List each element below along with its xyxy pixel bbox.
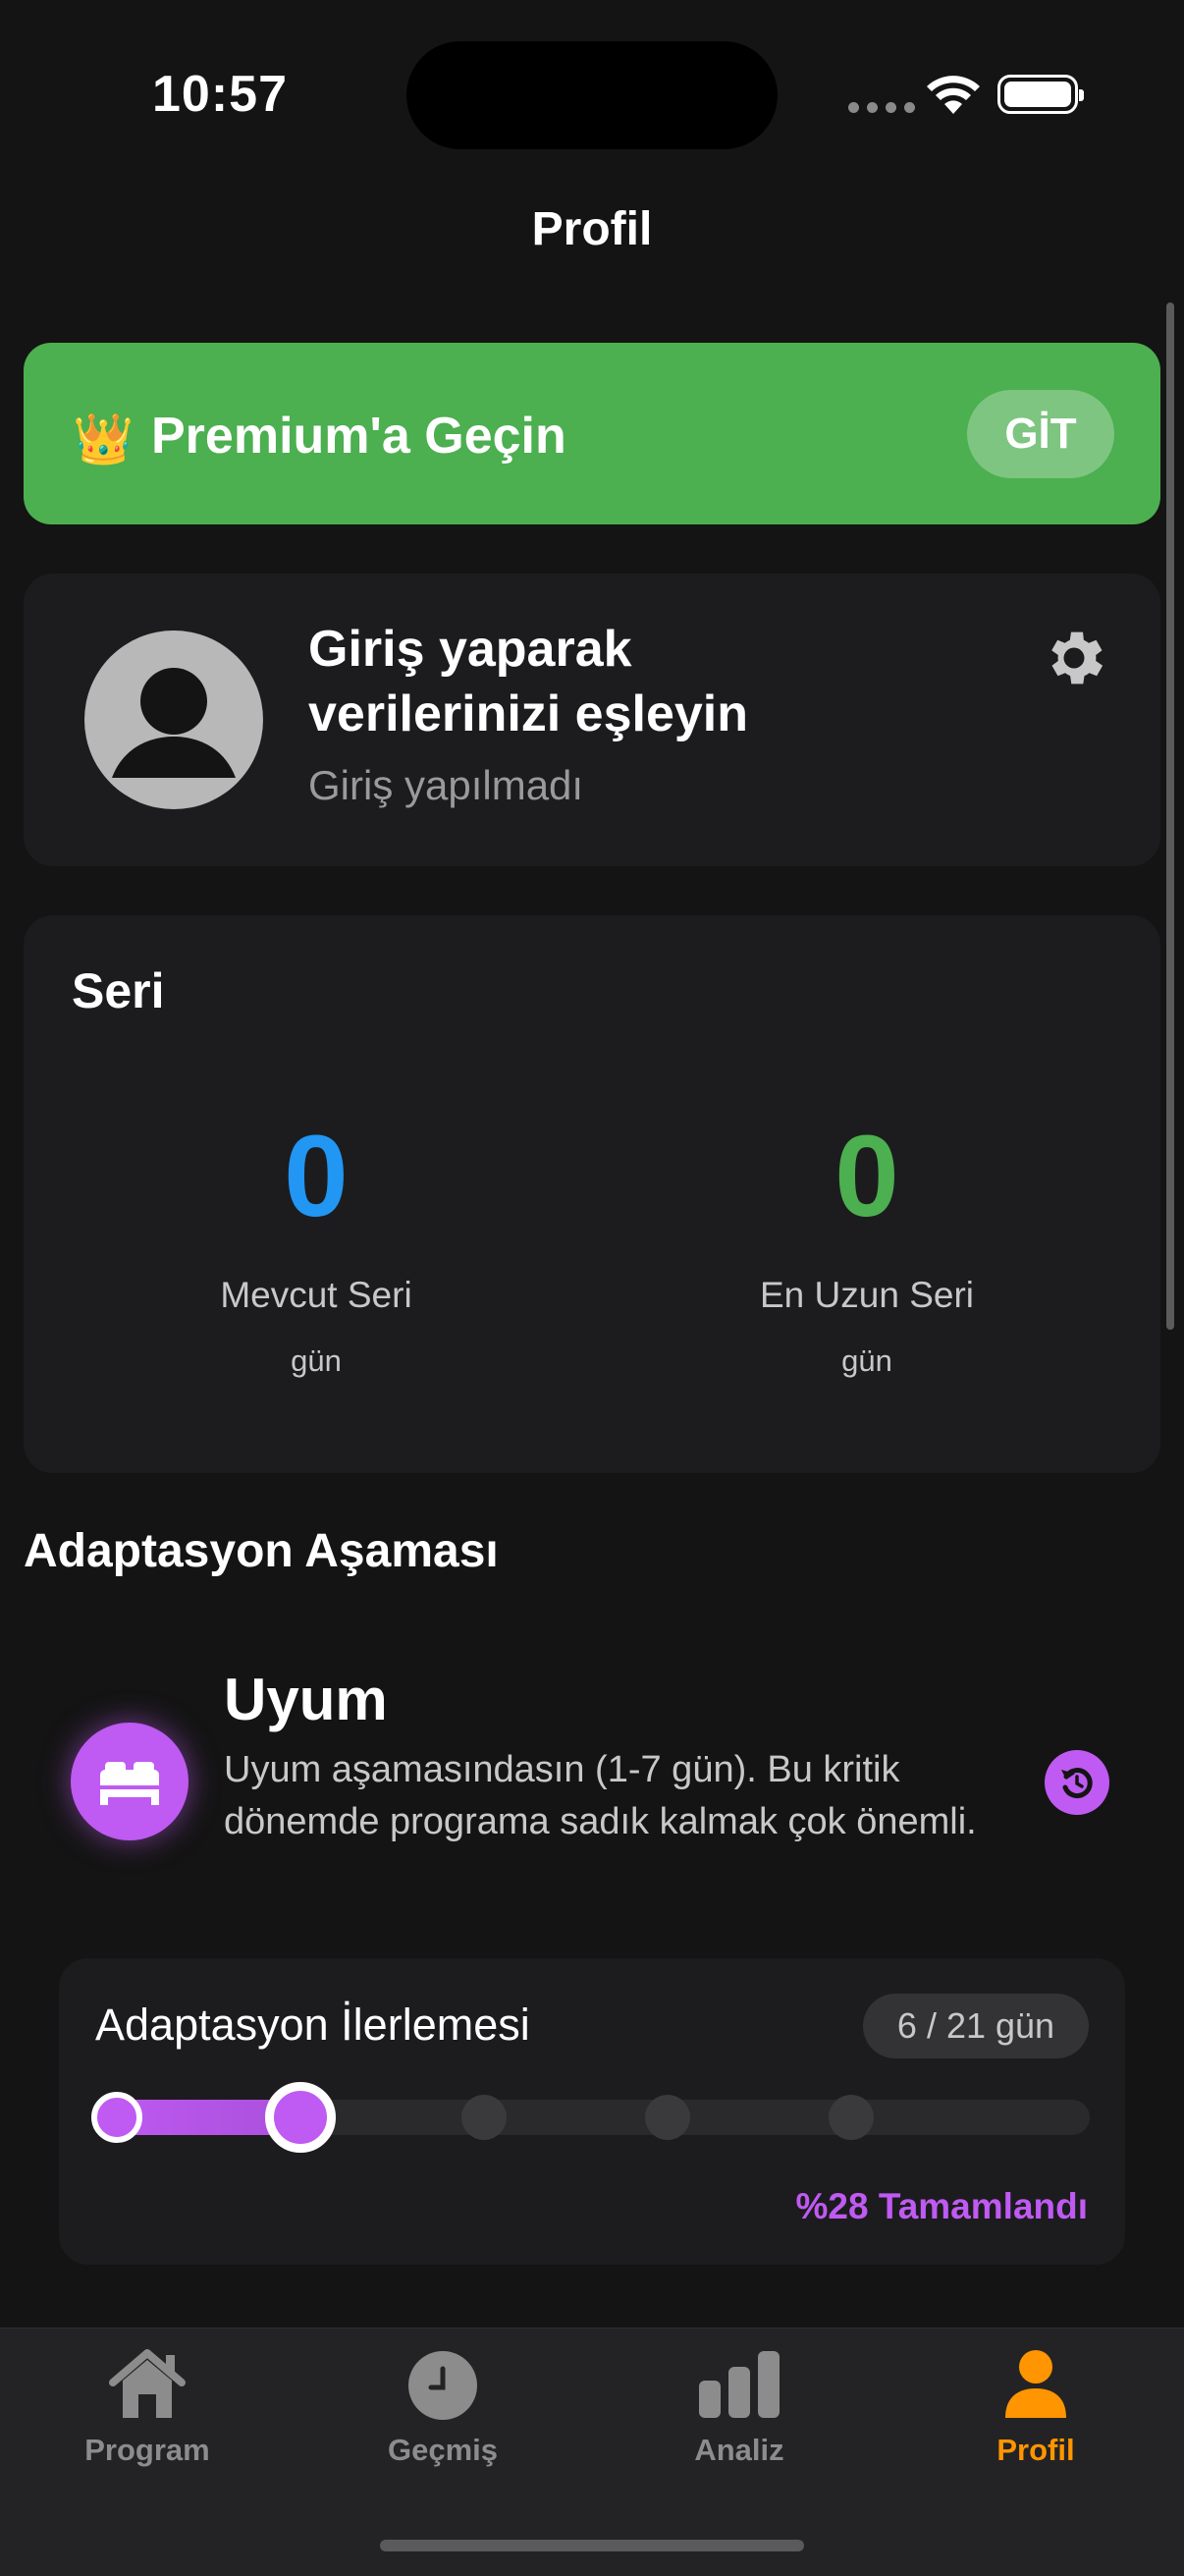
tab-program-label: Program xyxy=(84,2433,210,2467)
battery-icon xyxy=(997,75,1084,114)
tab-history[interactable]: Geçmiş xyxy=(296,2347,590,2468)
longest-streak-value: 0 xyxy=(834,1112,899,1241)
avatar[interactable] xyxy=(84,630,263,809)
wifi-icon xyxy=(927,76,980,114)
page-title: Profil xyxy=(531,203,653,255)
tab-program[interactable]: Program xyxy=(0,2347,295,2468)
profile-title: Giriş yaparak verilerinizi eşleyin xyxy=(308,621,749,742)
profile-subtitle: Giriş yapılmadı xyxy=(308,762,584,808)
cellular-signal-icon xyxy=(848,102,915,113)
tab-analysis[interactable]: Analiz xyxy=(592,2347,887,2468)
progress-milestone-2 xyxy=(265,2082,336,2153)
home-indicator xyxy=(380,2540,804,2551)
bar-chart-icon xyxy=(699,2351,780,2418)
longest-streak-label: En Uzun Seri xyxy=(760,1275,974,1315)
dynamic-island xyxy=(406,41,778,149)
status-time: 10:57 xyxy=(152,66,288,123)
tab-profile[interactable]: Profil xyxy=(888,2347,1183,2468)
scrollbar[interactable] xyxy=(1166,302,1174,1330)
premium-label: Premium'a Geçin xyxy=(151,408,566,465)
person-icon xyxy=(1005,2350,1066,2418)
current-streak-value: 0 xyxy=(284,1112,349,1241)
progress-badge: 6 / 21 gün xyxy=(863,1994,1089,2058)
reset-button[interactable] xyxy=(1045,1750,1109,1815)
home-icon xyxy=(109,2349,186,2418)
streak-title: Seri xyxy=(72,963,165,1018)
gear-icon[interactable] xyxy=(1039,623,1109,693)
crown-icon: 👑 xyxy=(73,411,135,466)
phase-description: Uyum aşamasındasın (1-7 gün). Bu kritik … xyxy=(224,1749,977,1842)
clock-icon xyxy=(408,2351,477,2420)
progress-percent: %28 Tamamlandı xyxy=(795,2186,1088,2226)
progress-milestone-1 xyxy=(91,2092,142,2143)
progress-milestone-4 xyxy=(645,2095,690,2140)
phase-name: Uyum xyxy=(224,1667,388,1732)
reset-icon xyxy=(1061,1768,1093,1799)
progress-milestone-5 xyxy=(829,2095,874,2140)
premium-go-button[interactable]: GİT xyxy=(967,390,1114,478)
adaptation-section-title: Adaptasyon Aşaması xyxy=(24,1525,499,1577)
tab-profile-label: Profil xyxy=(996,2433,1075,2467)
current-streak-unit: gün xyxy=(291,1343,342,1378)
bed-icon xyxy=(71,1723,188,1840)
current-streak-label: Mevcut Seri xyxy=(220,1275,412,1315)
progress-label: Adaptasyon İlerlemesi xyxy=(95,2000,530,2050)
progress-milestone-3 xyxy=(461,2095,507,2140)
person-icon xyxy=(112,668,236,778)
longest-streak-unit: gün xyxy=(841,1343,892,1378)
tab-analysis-label: Analiz xyxy=(694,2433,784,2467)
tab-history-label: Geçmiş xyxy=(387,2433,498,2467)
